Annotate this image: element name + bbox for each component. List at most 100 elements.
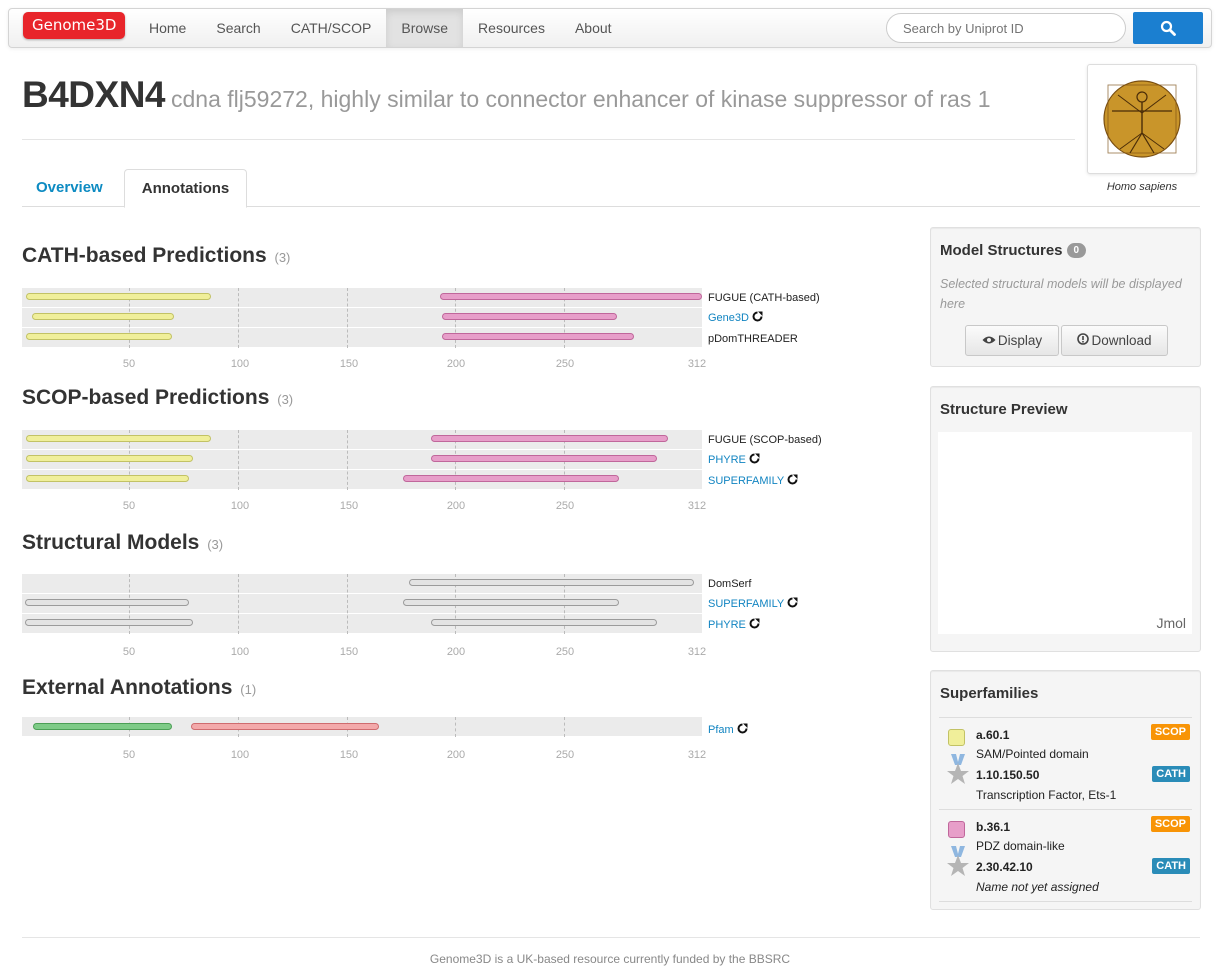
tab-annotations[interactable]: Annotations [124,169,247,208]
tab-bar: Overview Annotations [22,169,1200,208]
external-section-title: External Annotations (1) [22,676,256,700]
model-bar[interactable] [431,619,657,626]
model-structures-title-text: Model Structures [940,242,1063,259]
domain-bar[interactable] [442,333,634,340]
nav-browse[interactable]: Browse [386,9,464,47]
external-tracks [22,717,702,739]
axis-tick: 100 [230,358,250,370]
color-swatch [948,729,965,746]
axis-tick: 312 [687,358,707,370]
search-button[interactable] [1133,12,1203,44]
accession: B4DXN4 [22,74,166,115]
scop-label: SCOP [1150,816,1190,832]
axis-tick: 250 [555,500,575,512]
domain-bar[interactable] [431,455,657,462]
scop-title: SCOP-based Predictions [22,386,270,409]
external-link-icon [787,597,798,608]
cath-name: Name not yet assigned [976,880,1099,894]
domain-bar[interactable] [32,313,174,320]
models-tracks [22,574,702,636]
download-icon [1077,333,1090,345]
scop-name: SAM/Pointed domain [976,747,1089,761]
method-phyre[interactable]: PHYRE [708,453,760,467]
footer-text: Genome3D is a UK-based resource currentl… [429,952,791,966]
method-fugue-scop: FUGUE (SCOP-based) [708,434,822,446]
award-icon [947,846,969,876]
scop-code[interactable]: b.36.1 [976,820,1010,834]
method-gene3d[interactable]: Gene3D [708,311,763,325]
axis-tick: 250 [555,646,575,658]
external-link-icon [787,474,798,485]
brand-logo[interactable]: Genome3D [23,12,126,39]
method-pfam-label: Pfam [708,724,734,736]
domain-bar[interactable] [442,313,617,320]
title-divider [22,139,1075,140]
scop-label: SCOP [1150,724,1190,740]
navbar-inner: Genome3D Home Search CATH/SCOP Browse Re… [8,8,1212,48]
domain-bar[interactable] [440,293,702,300]
axis-tick: 150 [339,500,359,512]
navbar: Genome3D Home Search CATH/SCOP Browse Re… [0,0,1220,56]
grid-line [347,574,348,634]
scop-code[interactable]: a.60.1 [976,728,1009,742]
method-pfam[interactable]: Pfam [708,723,748,737]
search-input[interactable] [886,13,1126,43]
axis-tick: 150 [339,646,359,658]
cath-tracks [22,288,702,350]
download-button[interactable]: Download [1061,325,1168,356]
domain-bar[interactable] [26,435,211,442]
nav-cath-scop[interactable]: CATH/SCOP [276,9,387,47]
axis-tick: 312 [687,500,707,512]
display-button[interactable]: Display [965,325,1059,356]
domain-bar[interactable] [26,475,189,482]
nav-home[interactable]: Home [134,9,201,47]
method-phyre-model-label: PHYRE [708,619,746,631]
scop-name: PDZ domain-like [976,839,1065,853]
external-link-icon [752,311,763,322]
model-structures-panel: Model Structures 0 Selected structural mo… [930,227,1201,367]
axis-tick: 200 [446,749,466,761]
axis-tick: 50 [122,358,136,370]
grid-line [347,430,348,490]
nav-resources[interactable]: Resources [463,9,560,47]
nav-search[interactable]: Search [201,9,275,47]
eye-icon [982,336,996,344]
cath-title: CATH-based Predictions [22,244,267,267]
domain-bar[interactable] [26,333,172,340]
domain-bar[interactable] [431,435,668,442]
cath-name: Transcription Factor, Ets-1 [976,788,1117,802]
pfam-bar[interactable] [191,723,379,730]
method-superfamily-model[interactable]: SUPERFAMILY [708,597,798,611]
domain-bar[interactable] [26,293,211,300]
domain-bar[interactable] [403,475,619,482]
grid-line [347,288,348,348]
cath-code[interactable]: 1.10.150.50 [976,768,1039,782]
axis-tick: 150 [339,358,359,370]
jmol-viewer[interactable]: Jmol [938,432,1192,634]
pfam-bar[interactable] [33,723,172,730]
grid-line [455,717,456,737]
domain-bar[interactable] [26,455,193,462]
method-superfamily[interactable]: SUPERFAMILY [708,474,798,488]
superfamilies-title: Superfamilies [940,685,1039,702]
footer-divider [22,937,1200,938]
axis-tick: 250 [555,358,575,370]
scop-tracks [22,430,702,492]
model-help-text: Selected structural models will be displ… [940,277,1182,311]
cath-label: CATH [1152,858,1190,874]
method-fugue-cath: FUGUE (CATH-based) [708,292,820,304]
page-title: B4DXN4 cdna flj59272, highly similar to c… [22,74,991,116]
model-bar[interactable] [25,619,193,626]
axis-tick: 250 [555,749,575,761]
grid-line [564,717,565,737]
cath-code[interactable]: 2.30.42.10 [976,860,1033,874]
method-phyre-model[interactable]: PHYRE [708,618,760,632]
model-bar[interactable] [409,579,694,586]
model-bar[interactable] [25,599,189,606]
search-icon [1160,20,1176,36]
tab-overview[interactable]: Overview [36,169,103,207]
method-gene3d-label: Gene3D [708,312,749,324]
protein-description: cdna flj59272, highly similar to connect… [171,86,991,112]
nav-about[interactable]: About [560,9,627,47]
model-bar[interactable] [403,599,619,606]
